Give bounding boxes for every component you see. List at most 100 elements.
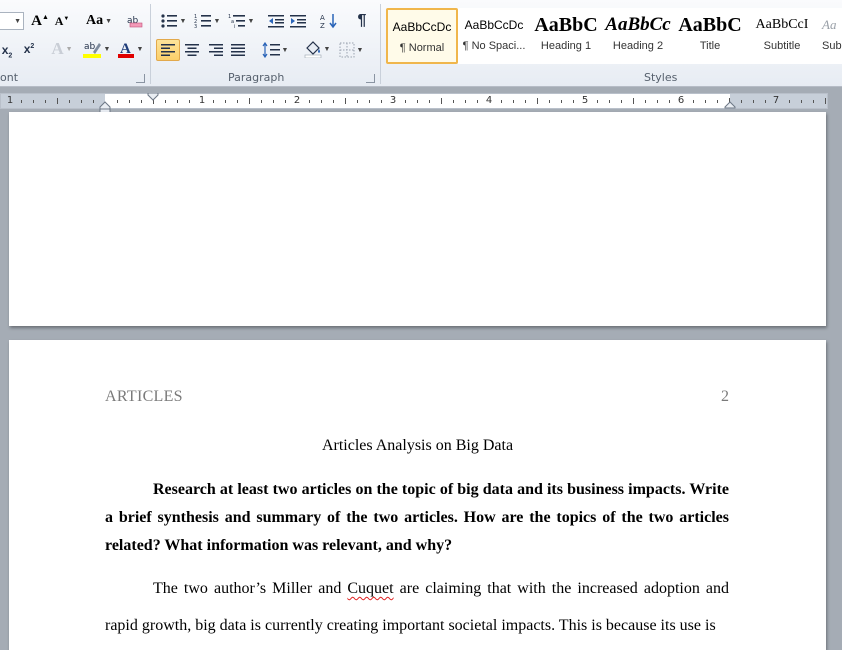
superscript-button[interactable]: x2 — [18, 38, 40, 60]
group-separator — [380, 4, 381, 84]
ruler-tick — [741, 100, 742, 103]
grow-font-button[interactable]: A▲ — [30, 10, 50, 32]
assignment-prompt: Research at least two articles on the to… — [105, 481, 729, 554]
ruler-number: 1 — [198, 95, 206, 106]
ruler-tick — [441, 98, 442, 104]
clear-formatting-icon: ab — [127, 16, 143, 28]
ruler-tick — [21, 100, 22, 103]
document-page-1[interactable] — [9, 112, 826, 326]
chevron-down-icon: ▼ — [136, 45, 144, 53]
style-heading-1[interactable]: AaBbC Heading 1 — [530, 8, 602, 64]
chevron-down-icon: ▼ — [323, 45, 331, 53]
numbering-button[interactable]: 1 2 3 ▼ — [192, 10, 222, 32]
ruler-tick — [213, 100, 214, 103]
subscript-button[interactable]: x2 — [0, 40, 14, 62]
align-center-button[interactable] — [182, 39, 202, 61]
chevron-down-icon: ▼ — [179, 17, 187, 25]
style-preview: AaBbCcDc — [392, 20, 452, 34]
ruler-tick — [561, 100, 562, 103]
multilevel-list-button[interactable]: 1 a i ▼ — [226, 10, 256, 32]
misspelled-word[interactable]: Cuquet — [347, 580, 393, 597]
style-preview: AaBbCcI — [755, 17, 809, 32]
font-dialog-launcher[interactable] — [136, 74, 145, 83]
font-size-dropdown[interactable]: ▼ — [0, 12, 24, 30]
text-effects-button[interactable]: A ▼ — [50, 38, 74, 60]
pilcrow-icon: ¶ — [357, 12, 367, 29]
chevron-down-icon: ▼ — [356, 46, 364, 54]
multilevel-list-icon: 1 a i — [228, 14, 245, 29]
ruler-tick — [69, 100, 70, 103]
justify-icon — [231, 44, 245, 56]
sort-icon: A Z — [320, 14, 337, 29]
ruler-tick — [333, 100, 334, 103]
first-line-indent-marker[interactable] — [147, 93, 159, 101]
font-color-button[interactable]: A ▼ — [114, 38, 146, 60]
ruler-tick — [309, 100, 310, 103]
grow-font-icon: A▲ — [31, 12, 49, 29]
borders-button[interactable]: ▼ — [336, 39, 366, 61]
align-right-button[interactable] — [206, 39, 226, 61]
style-name: Title — [699, 40, 721, 52]
style-subtle-emphasis[interactable]: Aa Sub — [818, 8, 842, 64]
page-number: 2 — [721, 388, 729, 405]
chevron-down-icon: ▼ — [105, 17, 113, 25]
decrease-indent-button[interactable] — [266, 10, 286, 32]
align-center-icon — [185, 44, 199, 56]
style-heading-2[interactable]: AaBbCc Heading 2 — [602, 8, 674, 64]
increase-indent-button[interactable] — [288, 10, 308, 32]
highlight-color-button[interactable]: ab ▼ — [80, 38, 112, 60]
style-no-spacing[interactable]: AaBbCcDc ¶ No Spaci... — [458, 8, 530, 64]
ruler-tick — [273, 100, 274, 103]
ruler-tick — [825, 98, 826, 104]
ruler-tick — [117, 100, 118, 103]
style-name: Heading 1 — [540, 40, 592, 52]
ruler-number: 5 — [581, 95, 589, 106]
chevron-down-icon: ▼ — [281, 46, 289, 54]
align-left-icon — [161, 44, 175, 56]
line-spacing-button[interactable]: ▼ — [260, 39, 290, 61]
ruler-tick — [537, 98, 538, 104]
ruler-tick — [93, 100, 94, 103]
body-text: The two author’s Miller and — [153, 580, 348, 597]
ruler-tick — [225, 100, 226, 103]
superscript-icon: x2 — [23, 42, 35, 56]
ruler-tick — [357, 100, 358, 103]
right-indent-marker[interactable] — [724, 99, 736, 109]
sort-button[interactable]: A Z — [318, 10, 340, 32]
svg-text:A: A — [320, 14, 325, 22]
chevron-down-icon: ▼ — [14, 17, 21, 25]
style-subtitle[interactable]: AaBbCcI Subtitle — [746, 8, 818, 64]
ruler-tick — [549, 100, 550, 103]
align-left-button[interactable] — [156, 39, 180, 61]
style-name: ¶ No Spaci... — [462, 40, 526, 52]
style-title[interactable]: AaBbC Title — [674, 8, 746, 64]
increase-indent-icon — [290, 15, 306, 28]
ruler-tick — [669, 100, 670, 103]
ruler-tick — [525, 100, 526, 103]
justify-button[interactable] — [228, 39, 248, 61]
shading-button[interactable]: ▼ — [302, 38, 332, 60]
align-right-icon — [209, 44, 223, 56]
paragraph-dialog-launcher[interactable] — [366, 74, 375, 83]
chevron-down-icon: ▼ — [247, 17, 255, 25]
ruler-tick — [141, 100, 142, 103]
show-formatting-marks-button[interactable]: ¶ — [350, 10, 374, 32]
running-header: ARTICLES — [105, 388, 183, 405]
clear-formatting-button[interactable]: ab — [124, 10, 146, 32]
style-preview: AaBbCcDc — [464, 18, 524, 32]
document-page-2[interactable]: ARTICLES 2 Articles Analysis on Big Data… — [9, 340, 826, 650]
svg-text:i: i — [234, 24, 235, 29]
ruler-tick — [177, 100, 178, 103]
style-normal[interactable]: AaBbCcDc ¶ Normal — [386, 8, 458, 64]
horizontal-ruler[interactable]: 1 1 2 3 4 5 6 7 — [0, 93, 828, 115]
svg-text:ab: ab — [84, 42, 96, 52]
ruler-tick — [369, 100, 370, 103]
bullets-button[interactable]: ▼ — [158, 10, 188, 32]
ruler-tick — [633, 98, 634, 104]
ruler-tick — [33, 100, 34, 103]
ruler-tick — [237, 100, 238, 103]
change-case-button[interactable]: Aa ▼ — [82, 10, 116, 32]
shrink-font-button[interactable]: A▼ — [52, 10, 72, 32]
ruler-tick — [261, 100, 262, 103]
ruler-tick — [81, 100, 82, 103]
